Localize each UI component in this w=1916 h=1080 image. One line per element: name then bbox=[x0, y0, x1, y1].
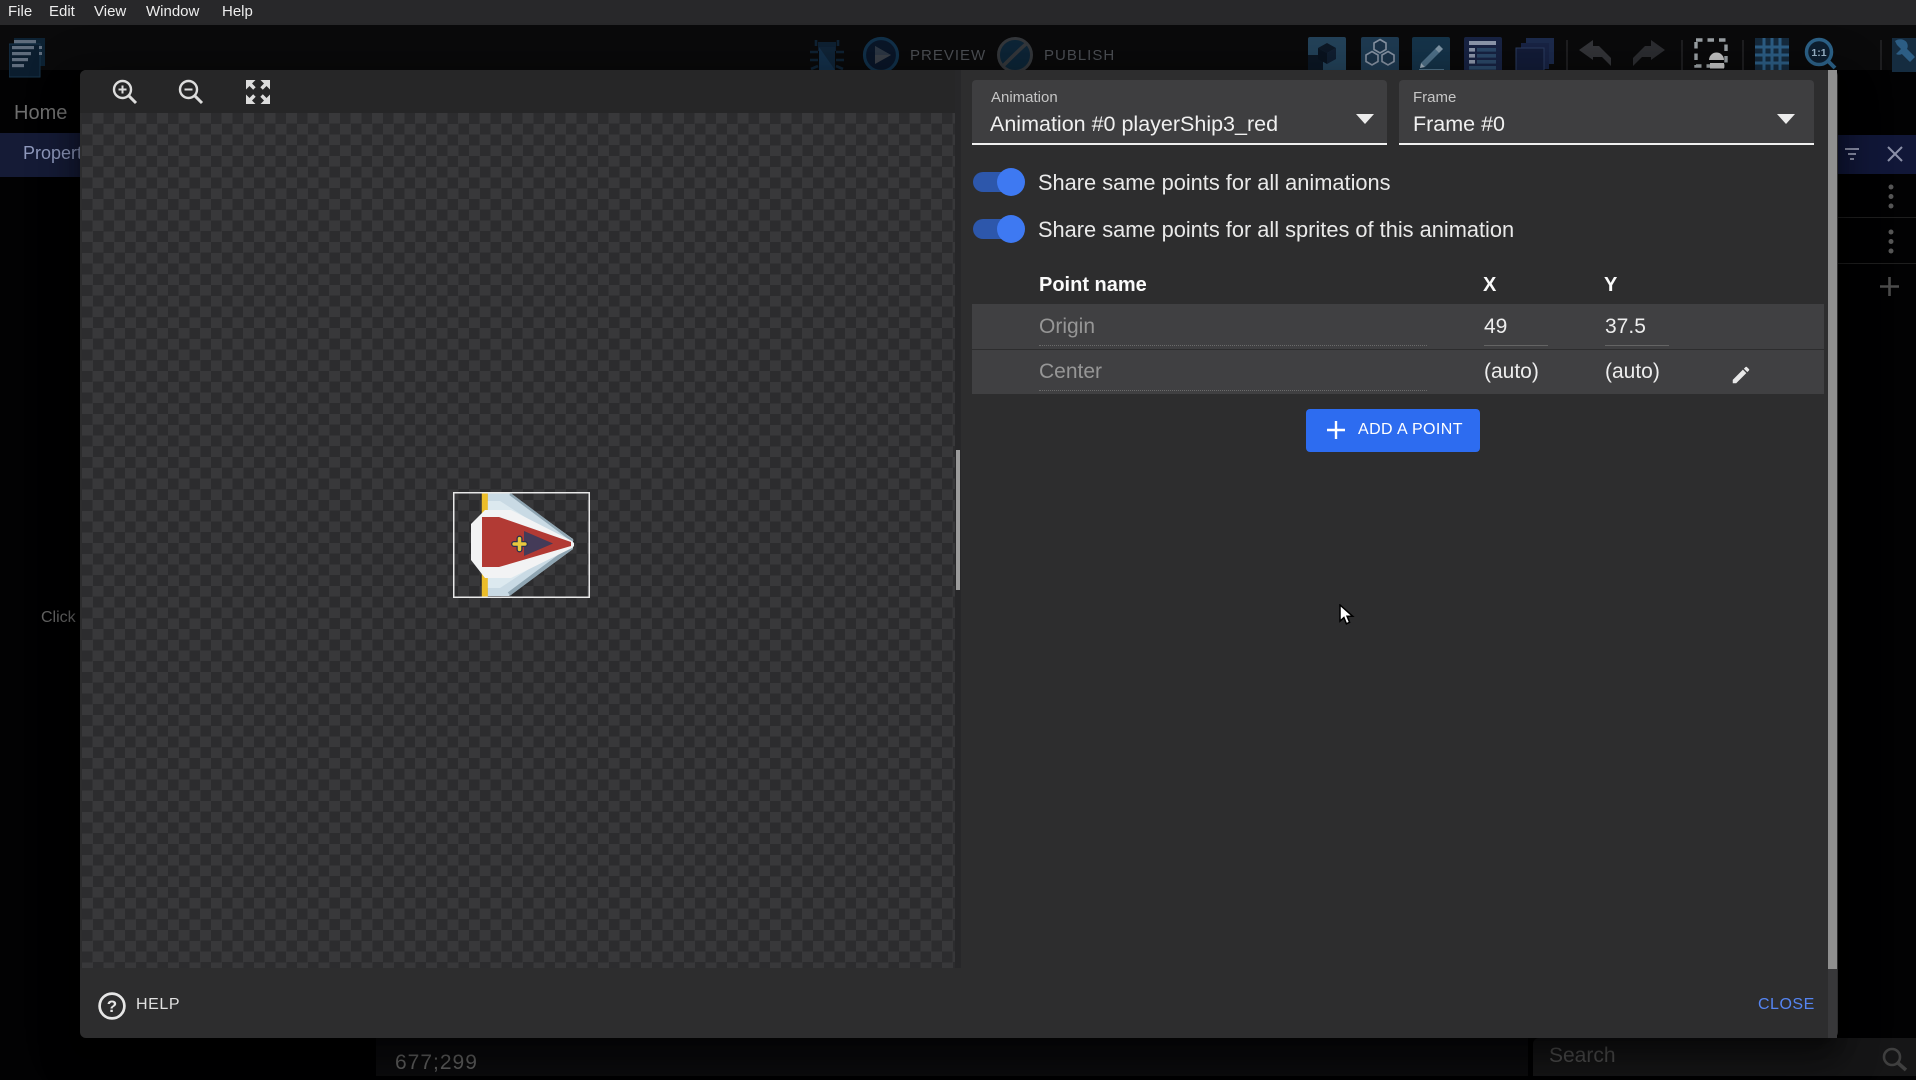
svg-text:1:1: 1:1 bbox=[1811, 47, 1826, 59]
svg-text:?: ? bbox=[107, 997, 117, 1016]
